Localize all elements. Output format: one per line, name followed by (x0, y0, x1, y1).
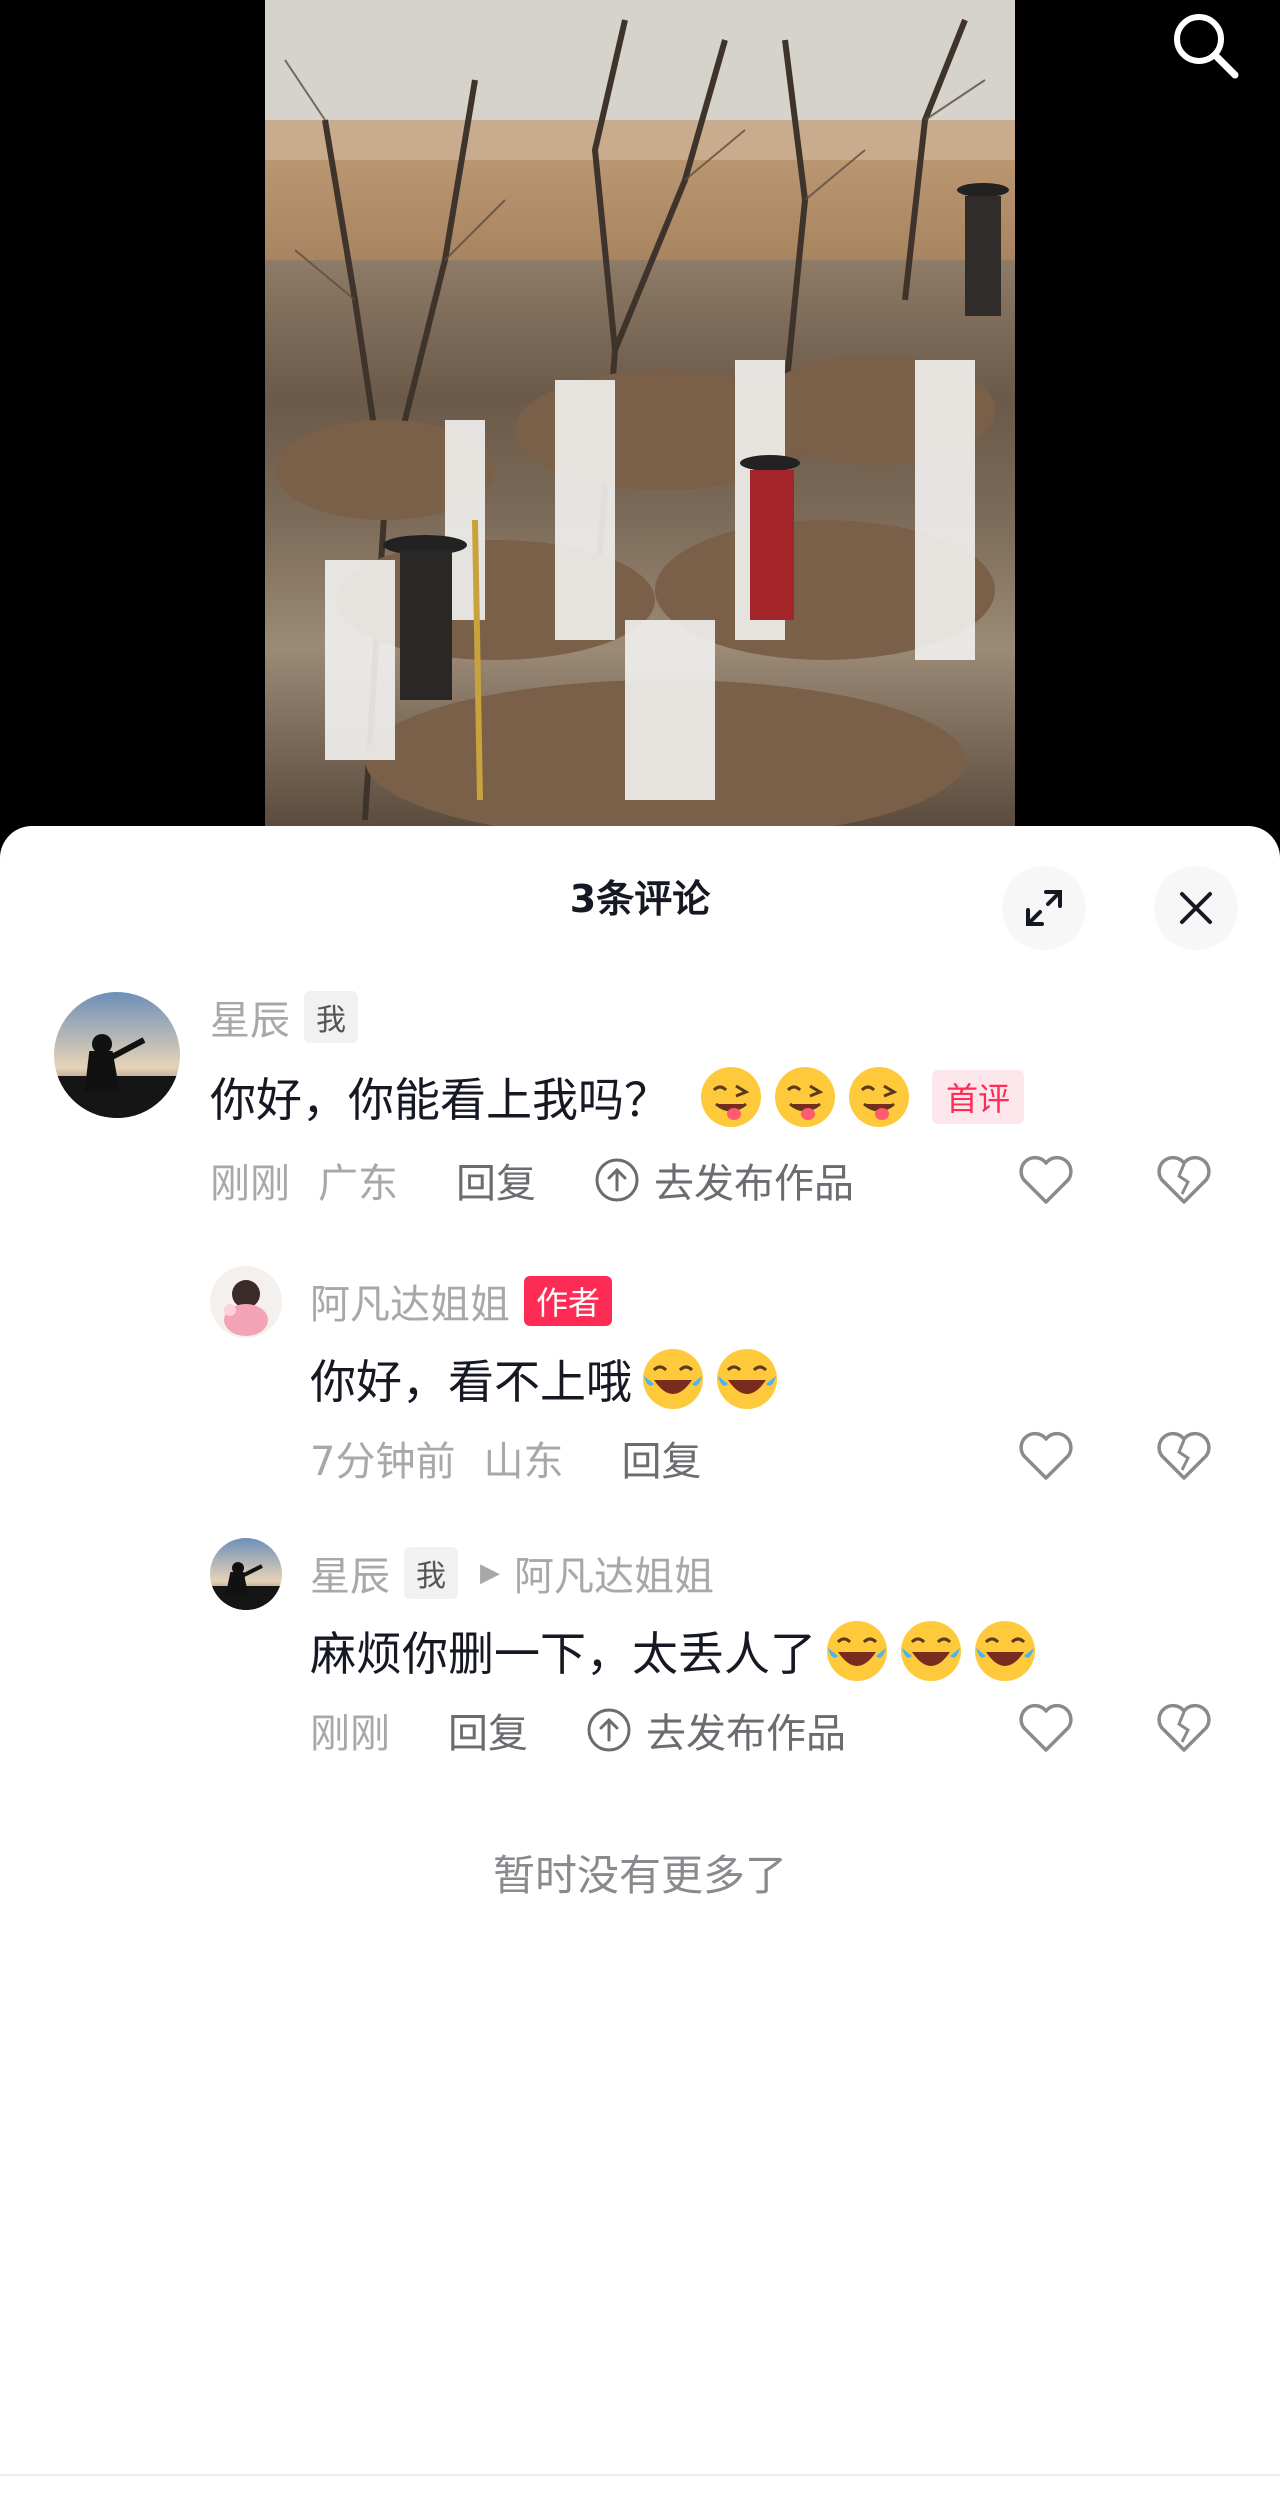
comment-text: 你好，看不上哦 (310, 1344, 780, 1414)
comment-sheet: 3条评论 星辰 我 你好，你能看上我吗？ 首评 刚刚 广东 回复 去发布作品 阿… (0, 826, 1280, 2496)
reply-button[interactable]: 回复 (448, 1701, 528, 1759)
broken-heart-icon (1157, 1703, 1211, 1752)
laugh-cry-emoji (827, 1621, 887, 1681)
publish-button[interactable]: 去发布作品 (586, 1701, 846, 1759)
heart-icon (1019, 1155, 1073, 1204)
no-more-comments: 暂时没有更多了 (492, 1851, 787, 1900)
heart-icon (1019, 1431, 1073, 1480)
laugh-cry-emoji (975, 1621, 1035, 1681)
search-button[interactable] (1160, 0, 1250, 90)
me-badge: 我 (304, 991, 358, 1043)
like-button[interactable] (1014, 1696, 1078, 1760)
comment-body: 麻烦你删一下，太丢人了 (310, 1627, 816, 1681)
heart-icon (1019, 1703, 1073, 1752)
comment-body: 你好，你能看上我吗？ (210, 1073, 670, 1127)
dislike-button[interactable] (1152, 1424, 1216, 1488)
broken-heart-icon (1157, 1155, 1211, 1204)
broken-heart-icon (1157, 1431, 1211, 1480)
search-icon (1174, 14, 1239, 79)
video-scene-image (265, 0, 1015, 830)
username[interactable]: 阿凡达姐姐 (310, 1272, 510, 1330)
avatar[interactable] (210, 1538, 282, 1610)
first-comment-badge: 首评 (932, 1070, 1025, 1124)
publish-label: 去发布作品 (646, 1711, 846, 1757)
laugh-cry-emoji (717, 1349, 777, 1409)
wink-tongue-emoji (849, 1067, 909, 1127)
reply-button[interactable]: 回复 (456, 1151, 536, 1209)
expand-button[interactable] (1002, 866, 1086, 950)
username[interactable]: 星辰 (210, 988, 290, 1046)
reply-arrow-icon: ▶ (480, 1558, 500, 1588)
comment-meta: 7分钟前 山东 回复 (310, 1428, 701, 1488)
comment-meta: 刚刚 广东 回复 去发布作品 (210, 1150, 854, 1210)
reply-button[interactable]: 回复 (621, 1429, 701, 1487)
comment-count-title: 3条评论 (569, 877, 711, 921)
expand-icon (1026, 890, 1062, 926)
comment-header: 星辰 我 (210, 991, 358, 1044)
wink-tongue-emoji (775, 1067, 835, 1127)
publish-label: 去发布作品 (654, 1161, 854, 1207)
dislike-button[interactable] (1152, 1696, 1216, 1760)
upload-icon (595, 1158, 639, 1202)
laugh-cry-emoji (901, 1621, 961, 1681)
username[interactable]: 星辰 (310, 1544, 390, 1602)
avatar[interactable] (210, 1266, 282, 1338)
avatar-image (54, 992, 180, 1118)
comment-header: 星辰 我 ▶ 阿凡达姐姐 (310, 1547, 714, 1600)
like-button[interactable] (1014, 1424, 1078, 1488)
author-badge: 作者 (524, 1276, 613, 1326)
comment-meta: 刚刚 回复 去发布作品 (310, 1700, 846, 1760)
comment-text: 麻烦你删一下，太丢人了 (310, 1616, 1038, 1686)
me-badge: 我 (404, 1547, 458, 1599)
like-button[interactable] (1014, 1148, 1078, 1212)
comment-location: 山东 (483, 1439, 564, 1485)
comment-location: 广东 (318, 1161, 398, 1207)
upload-icon (587, 1708, 631, 1752)
wink-tongue-emoji (701, 1067, 761, 1127)
publish-button[interactable]: 去发布作品 (594, 1151, 854, 1209)
comment-time: 7分钟前 (310, 1439, 456, 1485)
comment-time: 刚刚 (210, 1161, 290, 1207)
reply-to-username[interactable]: 阿凡达姐姐 (514, 1544, 714, 1602)
laugh-cry-emoji (643, 1349, 703, 1409)
dislike-button[interactable] (1152, 1148, 1216, 1212)
avatar-image (210, 1538, 282, 1610)
comment-header: 阿凡达姐姐 作者 (310, 1276, 613, 1328)
video-player[interactable] (0, 0, 1280, 860)
comment-body: 你好，看不上哦 (310, 1355, 632, 1409)
close-icon (1180, 892, 1212, 924)
avatar-image (210, 1266, 282, 1338)
comment-text: 你好，你能看上我吗？ 首评 (210, 1062, 1025, 1132)
avatar[interactable] (54, 992, 180, 1118)
divider (0, 2474, 1280, 2476)
video-frame[interactable] (265, 0, 1015, 830)
close-button[interactable] (1154, 866, 1238, 950)
comment-time: 刚刚 (310, 1711, 390, 1757)
